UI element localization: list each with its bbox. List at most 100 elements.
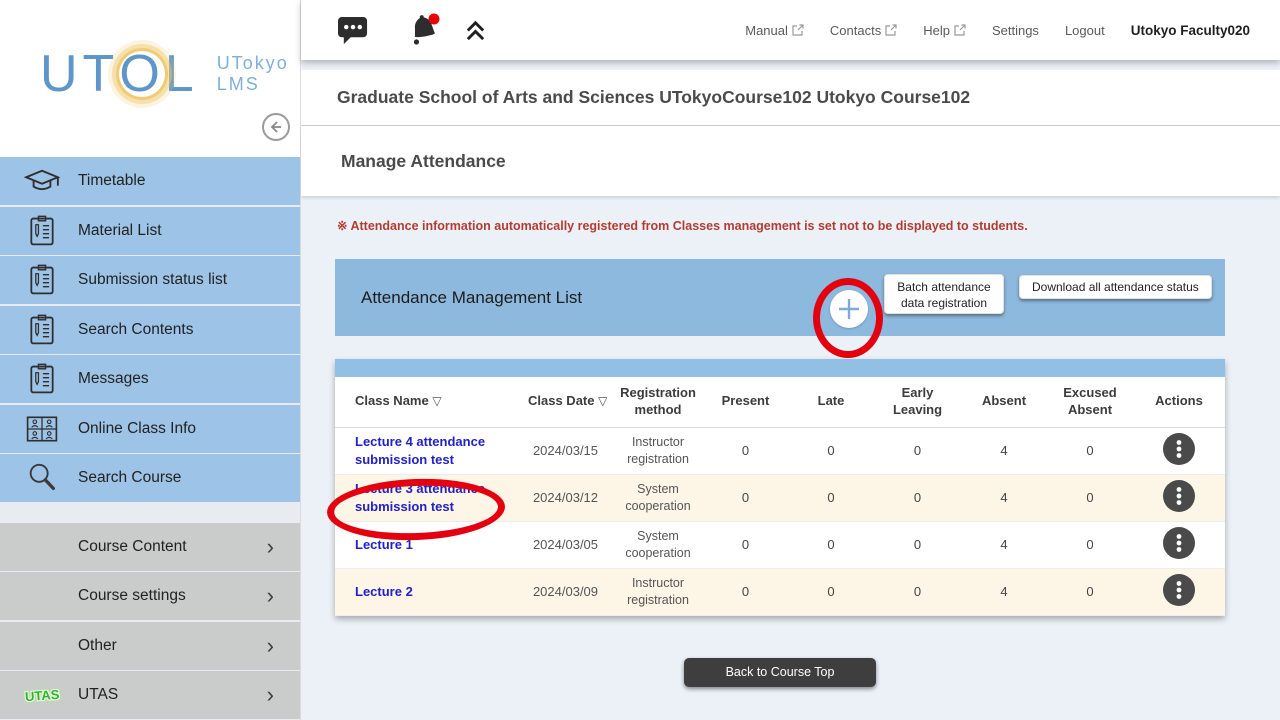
sidebar-item-online-class-info[interactable]: Online Class Info xyxy=(0,405,300,453)
sort-icon: ▽ xyxy=(598,394,607,408)
course-title: Graduate School of Arts and Sciences UTo… xyxy=(337,87,970,108)
chevron-right-icon: › xyxy=(267,684,274,706)
course-title-band: Graduate School of Arts and Sciences UTo… xyxy=(301,70,1280,126)
kebab-menu-icon[interactable] xyxy=(1163,480,1195,512)
double-chevron-up-icon[interactable] xyxy=(464,18,487,43)
sidebar-item-course-settings[interactable]: Course settings › xyxy=(0,572,300,620)
kebab-menu-icon[interactable] xyxy=(1163,574,1195,606)
cell-absent: 4 xyxy=(961,521,1047,568)
panel-title: Attendance Management List xyxy=(361,288,582,308)
kebab-menu-icon[interactable] xyxy=(1163,527,1195,559)
sidebar-item-search-contents[interactable]: Search Contents xyxy=(0,306,300,354)
topbar-link-settings[interactable]: Settings xyxy=(992,23,1039,38)
download-all-attendance-button[interactable]: Download all attendance status xyxy=(1019,275,1212,299)
back-arrow-icon xyxy=(268,119,284,135)
sidebar-item-label: Course settings xyxy=(78,587,186,605)
table-row: Lecture 4 attendance submission test 202… xyxy=(335,427,1225,474)
utas-logo: UTAS xyxy=(20,688,64,703)
chevron-right-icon: › xyxy=(267,536,274,558)
cell-absent: 4 xyxy=(961,427,1047,474)
cell-early-leaving: 0 xyxy=(874,568,961,615)
cell-late: 0 xyxy=(788,427,874,474)
utol-lms-screen: UTOL UTokyo LMS Timetable xyxy=(0,0,1280,720)
header-late: Late xyxy=(788,377,874,427)
topbar-links: Manual Contacts Help Settings Logout Uto… xyxy=(745,23,1250,38)
table-row: Lecture 1 2024/03/05 System cooperation … xyxy=(335,521,1225,568)
sidebar: UTOL UTokyo LMS Timetable xyxy=(0,0,300,720)
clipboard-icon xyxy=(20,313,64,347)
topbar-link-help[interactable]: Help xyxy=(923,23,966,38)
sidebar-item-label: Online Class Info xyxy=(78,420,196,438)
topbar-link-contacts[interactable]: Contacts xyxy=(830,23,897,38)
header-label: Class Date xyxy=(528,393,594,408)
external-link-icon xyxy=(792,24,804,36)
lecture-1-row-link[interactable]: Lecture 1 xyxy=(355,537,413,552)
topbar-link-manual[interactable]: Manual xyxy=(745,23,804,38)
main-area: Manual Contacts Help Settings Logout Uto… xyxy=(300,0,1280,720)
header-class-date[interactable]: Class Date ▽ xyxy=(518,377,613,427)
notification-bell-icon[interactable] xyxy=(406,12,444,48)
header-absent: Absent xyxy=(961,377,1047,427)
lecture-4-row-link[interactable]: Lecture 4 attendance submission test xyxy=(355,434,485,467)
batch-attendance-registration-button[interactable]: Batch attendance data registration xyxy=(884,274,1004,314)
cell-excused-absent: 0 xyxy=(1047,521,1133,568)
sidebar-gap xyxy=(0,504,300,523)
sidebar-item-label: Submission status list xyxy=(78,271,227,289)
sidebar-item-search-course[interactable]: Search Course xyxy=(0,454,300,502)
sidebar-item-messages[interactable]: Messages xyxy=(0,355,300,403)
back-to-course-top-button[interactable]: Back to Course Top xyxy=(684,658,876,687)
header-present: Present xyxy=(703,377,788,427)
link-label: Manual xyxy=(745,23,788,38)
header-early-leaving: Early Leaving xyxy=(874,377,961,427)
sidebar-item-other[interactable]: Other › xyxy=(0,622,300,670)
sidebar-item-timetable[interactable]: Timetable xyxy=(0,157,300,205)
plus-icon xyxy=(830,290,868,328)
chevron-right-icon: › xyxy=(267,635,274,657)
lecture-2-row-link[interactable]: Lecture 2 xyxy=(355,584,413,599)
cell-excused-absent: 0 xyxy=(1047,568,1133,615)
sidebar-item-label: Timetable xyxy=(78,172,145,190)
header-gap xyxy=(301,60,1280,70)
clipboard-icon xyxy=(20,263,64,297)
chat-icon[interactable] xyxy=(337,15,370,46)
sidebar-collapse-button[interactable] xyxy=(262,113,290,141)
add-attendance-button[interactable] xyxy=(830,290,868,328)
back-button-wrap: Back to Course Top xyxy=(335,658,1225,687)
link-label: Contacts xyxy=(830,23,881,38)
topbar-link-logout[interactable]: Logout xyxy=(1065,23,1105,38)
page-title: Manage Attendance xyxy=(341,151,506,172)
table-row: Lecture 3 attendance submission test 202… xyxy=(335,474,1225,521)
logo-area: UTOL UTokyo LMS xyxy=(0,0,300,157)
attendance-notice: ※ Attendance information automatically r… xyxy=(301,196,1280,233)
link-label: Help xyxy=(923,23,950,38)
logged-in-user: Utokyo Faculty020 xyxy=(1131,23,1250,38)
cell-method: Instructor registration xyxy=(613,427,703,474)
header-class-name[interactable]: Class Name ▽ xyxy=(335,377,518,427)
people-grid-icon xyxy=(20,414,64,444)
lecture-3-row-link[interactable]: Lecture 3 attendance submission test xyxy=(355,481,485,514)
cell-present: 0 xyxy=(703,568,788,615)
page-title-band: Manage Attendance xyxy=(301,126,1280,196)
sidebar-item-submission-status-list[interactable]: Submission status list xyxy=(0,256,300,304)
cell-late: 0 xyxy=(788,521,874,568)
cell-absent: 4 xyxy=(961,474,1047,521)
sidebar-item-course-content[interactable]: Course Content › xyxy=(0,523,300,571)
logo-sub-line2: LMS xyxy=(217,74,289,95)
cell-excused-absent: 0 xyxy=(1047,474,1133,521)
kebab-menu-icon[interactable] xyxy=(1163,433,1195,465)
cell-early-leaving: 0 xyxy=(874,521,961,568)
sidebar-item-material-list[interactable]: Material List xyxy=(0,207,300,255)
cell-present: 0 xyxy=(703,521,788,568)
sidebar-item-label: Material List xyxy=(78,222,162,240)
sidebar-item-utas[interactable]: UTAS UTAS › xyxy=(0,671,300,719)
clipboard-icon xyxy=(20,362,64,396)
cell-date: 2024/03/15 xyxy=(518,427,613,474)
cell-method: System cooperation xyxy=(613,474,703,521)
sidebar-item-label: Messages xyxy=(78,370,149,388)
link-label: Settings xyxy=(992,23,1039,38)
sidebar-item-label: Search Course xyxy=(78,469,181,487)
cell-late: 0 xyxy=(788,474,874,521)
table-top-strip xyxy=(335,359,1225,377)
cell-late: 0 xyxy=(788,568,874,615)
cell-present: 0 xyxy=(703,427,788,474)
